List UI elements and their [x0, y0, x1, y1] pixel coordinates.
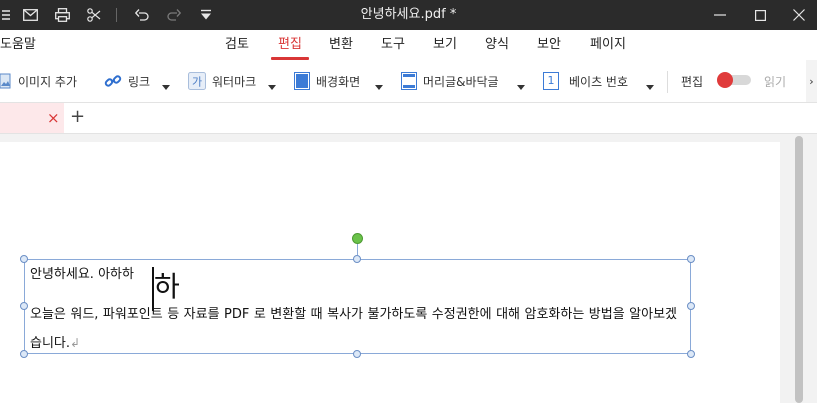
image-add-button[interactable]: 이미지 추가	[0, 60, 77, 102]
rotate-handle[interactable]	[352, 233, 363, 244]
paragraph-text: 오늘은 워드, 파워포인트 등 자료를 PDF 로 변환할 때 복사가 불가하도…	[30, 307, 677, 351]
read-mode-label: 읽기	[764, 74, 787, 89]
resize-handle-left[interactable]	[20, 302, 28, 310]
close-icon[interactable]	[780, 0, 817, 30]
menu-bar: 도움말 검토 편집 변환 도구 보기 양식 보안 페이지	[0, 30, 817, 60]
edit-mode-label: 편집	[681, 74, 704, 89]
link-icon	[104, 75, 122, 87]
text-line-greeting[interactable]: 안녕하세요. 아하하	[30, 265, 134, 285]
text-paragraph[interactable]: 오늘은 워드, 파워포인트 등 자료를 PDF 로 변환할 때 복사가 불가하도…	[30, 301, 677, 358]
minimize-icon[interactable]	[700, 0, 740, 30]
resize-handle-right[interactable]	[687, 302, 695, 310]
menu-item-form[interactable]: 양식	[476, 30, 518, 60]
header-footer-button[interactable]: 머리글&바닥글	[401, 60, 499, 102]
document-tab-bar: × +	[0, 103, 817, 134]
resize-handle-bottom-left[interactable]	[20, 350, 28, 358]
window-title: 안녕하세요.pdf *	[360, 7, 457, 22]
ime-composition-char: 하	[154, 270, 180, 303]
toolbar-separator	[667, 71, 668, 93]
watermark-button[interactable]: 가 워터마크	[188, 60, 256, 102]
menu-item-edit[interactable]: 편집	[269, 30, 311, 60]
link-dropdown-caret[interactable]	[162, 85, 170, 90]
header-footer-label: 머리글&바닥글	[423, 74, 499, 89]
bates-number-icon: 1	[543, 72, 559, 90]
menu-help[interactable]: 도움말	[0, 30, 36, 60]
background-button[interactable]: 배경화면	[294, 60, 360, 102]
menu-item-tools[interactable]: 도구	[372, 30, 414, 60]
rotate-connector	[357, 243, 358, 255]
document-tab[interactable]: ×	[0, 103, 64, 133]
menu-item-review[interactable]: 검토	[216, 30, 258, 60]
link-button[interactable]: 링크	[104, 60, 150, 102]
paragraph-mark: ↲	[70, 336, 81, 350]
watermark-label: 워터마크	[212, 74, 257, 89]
bates-number-button[interactable]: 1 베이츠 번호	[543, 60, 628, 102]
image-add-label: 이미지 추가	[18, 74, 78, 89]
menu-item-security[interactable]: 보안	[528, 30, 570, 60]
resize-handle-bottom-right[interactable]	[687, 350, 695, 358]
link-label: 링크	[128, 74, 151, 89]
scrollbar-thumb[interactable]	[795, 136, 803, 403]
menu-item-page[interactable]: 페이지	[582, 30, 634, 60]
bates-number-label: 베이츠 번호	[569, 74, 629, 89]
watermark-icon: 가	[188, 72, 206, 90]
menu-item-view[interactable]: 보기	[424, 30, 466, 60]
edit-toolbar: 이미지 추가 링크 가 워터마크 배경화면 머리글&바닥글 1 베이츠 번호 편…	[0, 60, 817, 103]
resize-handle-top[interactable]	[353, 255, 361, 263]
maximize-icon[interactable]	[740, 0, 780, 30]
watermark-dropdown-caret[interactable]	[268, 85, 276, 90]
text-cursor	[152, 267, 154, 311]
toggle-knob[interactable]	[717, 72, 733, 88]
tab-close-icon[interactable]: ×	[47, 110, 60, 126]
background-icon	[294, 72, 310, 90]
image-icon	[0, 73, 11, 89]
more-tools-button[interactable]: ›	[806, 60, 817, 102]
new-tab-button[interactable]: +	[70, 107, 85, 127]
background-dropdown-caret[interactable]	[375, 85, 383, 90]
bates-dropdown-caret[interactable]	[646, 85, 654, 90]
resize-handle-top-right[interactable]	[687, 255, 695, 263]
header-footer-dropdown-caret[interactable]	[517, 85, 525, 90]
svg-text:가: 가	[192, 76, 202, 89]
title-bar: 안녕하세요.pdf *	[0, 0, 817, 30]
menu-item-convert[interactable]: 변환	[320, 30, 362, 60]
background-label: 배경화면	[316, 74, 361, 89]
header-footer-icon	[401, 72, 417, 90]
resize-handle-top-left[interactable]	[20, 255, 28, 263]
